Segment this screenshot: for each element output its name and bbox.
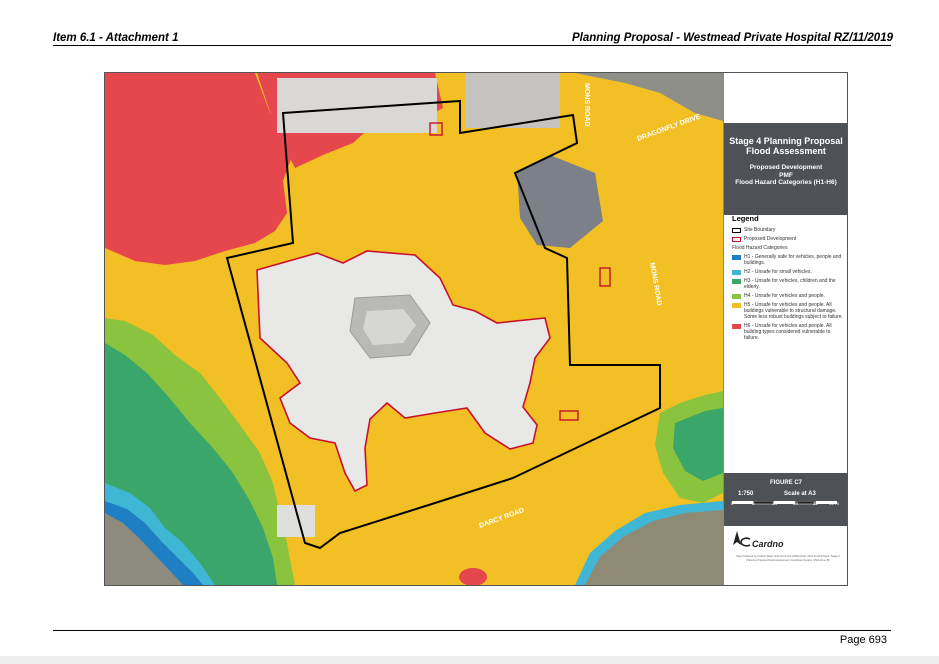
map-subtitle-categories: Flood Hazard Categories (H1-H6) bbox=[735, 179, 837, 186]
legend-label: H5 - Unsafe for vehicles and people. All… bbox=[744, 302, 843, 320]
cardno-logo-icon bbox=[740, 537, 751, 547]
legend-title: Legend bbox=[732, 214, 759, 223]
map-title-box: Stage 4 Planning Proposal Flood Assessme… bbox=[724, 123, 847, 215]
h5-swatch bbox=[732, 302, 741, 308]
legend-item-h3: H3 - Unsafe for vehicles, children and t… bbox=[732, 278, 844, 290]
figure-box: FIGURE C7 1:750 Scale at A3 0 8 16 24 32… bbox=[724, 473, 847, 526]
legend-label: H6 - Unsafe for vehicles and people. All… bbox=[744, 323, 832, 341]
figure-title: FIGURE C7 bbox=[769, 480, 802, 486]
h2-swatch bbox=[732, 269, 741, 275]
h6-swatch bbox=[732, 323, 741, 329]
legend-item-h1: H1 - Generally safe for vehicles, people… bbox=[732, 254, 844, 266]
legend-item-h6: H6 - Unsafe for vehicles and people. All… bbox=[732, 323, 844, 341]
scale-tick: 40 m bbox=[829, 501, 840, 506]
legend-label: H4 - Unsafe for vehicles and people. bbox=[744, 293, 825, 299]
legend-label: H1 - Generally safe for vehicles, people… bbox=[744, 254, 842, 266]
h1-swatch bbox=[732, 254, 741, 260]
header-right: Planning Proposal - Westmead Private Hos… bbox=[571, 32, 893, 44]
footer-rule bbox=[53, 630, 891, 631]
legend: Legend Site Boundary Proposed Developmen… bbox=[732, 214, 844, 344]
site-boundary-swatch bbox=[732, 227, 741, 233]
legend-label: H2 - Unsafe for small vehicles. bbox=[744, 269, 812, 275]
page-number: Page 693 bbox=[839, 634, 887, 646]
h3-swatch bbox=[732, 278, 741, 284]
legend-hazard-heading: Flood Hazard Categories bbox=[732, 245, 788, 251]
map-subtitle-development: Proposed Development bbox=[749, 164, 823, 171]
bottom-strip bbox=[0, 656, 939, 664]
legend-label: Site Boundary bbox=[744, 227, 776, 233]
proposed-development-swatch bbox=[732, 236, 741, 242]
scale-tick: 0 bbox=[731, 501, 734, 506]
scale-tick: 24 bbox=[793, 501, 799, 506]
map-info-panel: Stage 4 Planning Proposal Flood Assessme… bbox=[723, 73, 847, 585]
legend-item-h5: H5 - Unsafe for vehicles and people. All… bbox=[732, 302, 844, 320]
legend-item-h2: H2 - Unsafe for small vehicles. bbox=[732, 269, 844, 275]
header-left: Item 6.1 - Attachment 1 bbox=[53, 32, 179, 44]
legend-item-h4: H4 - Unsafe for vehicles and people. bbox=[732, 293, 844, 299]
building-north bbox=[277, 78, 437, 133]
header-rule bbox=[53, 45, 891, 46]
legend-item-proposed-development: Proposed Development bbox=[732, 236, 844, 242]
legend-label: Proposed Development bbox=[744, 236, 797, 242]
scale-tick: 32 bbox=[813, 501, 819, 506]
figure-scale-label: Scale at A3 bbox=[784, 491, 816, 497]
scale-bar bbox=[732, 501, 837, 505]
road-label-mons-road-top: MONS ROAD bbox=[583, 83, 590, 127]
h4-swatch bbox=[732, 293, 741, 299]
flood-map: MONS ROAD DRAGONFLY DRIVE MONS ROAD DARC… bbox=[104, 72, 848, 586]
scale-tick: 16 bbox=[772, 501, 778, 506]
map-fine-print: Map Produced by Cardno Water & Environme… bbox=[736, 555, 840, 562]
map-canvas: MONS ROAD DRAGONFLY DRIVE MONS ROAD DARC… bbox=[105, 73, 723, 585]
legend-label: H3 - Unsafe for vehicles, children and t… bbox=[744, 278, 836, 290]
legend-item-site-boundary: Site Boundary bbox=[732, 227, 844, 233]
cardno-logo: Cardno bbox=[752, 539, 784, 549]
map-subtitle-pmf: PMF bbox=[779, 171, 793, 179]
map-title: Stage 4 Planning Proposal Flood Assessme… bbox=[729, 136, 843, 156]
scale-tick: 8 bbox=[752, 501, 755, 506]
figure-scale: 1:750 bbox=[738, 491, 754, 497]
